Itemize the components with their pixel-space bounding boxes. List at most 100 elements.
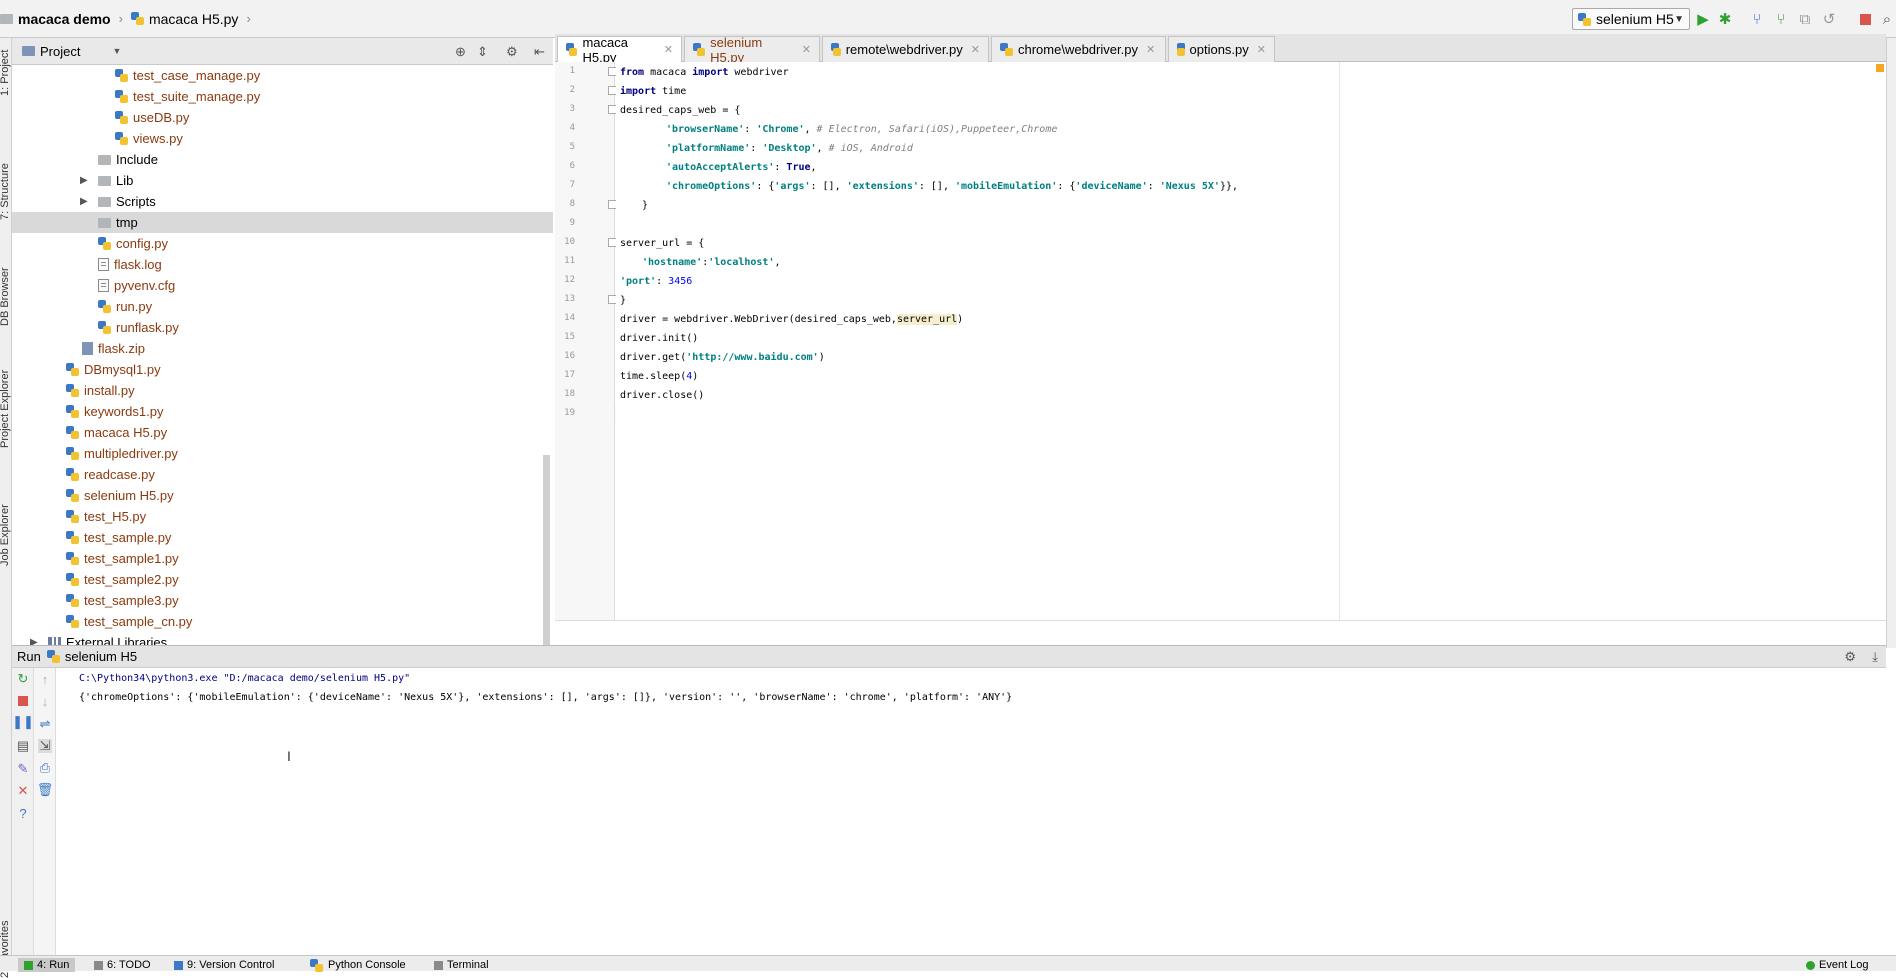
gear-icon[interactable]: ⚙: [506, 44, 518, 60]
debug-icon[interactable]: ✱: [1716, 10, 1734, 28]
project-tree: test_case_manage.py test_suite_manage.py u…: [12, 65, 553, 645]
tree-item[interactable]: ▶ External Libraries: [12, 632, 553, 645]
tree-item[interactable]: selenium H5.py: [12, 485, 553, 506]
editor-tab[interactable]: macaca H5.py ✕: [557, 35, 682, 65]
breadcrumb-project[interactable]: macaca demo: [0, 0, 115, 38]
collapse-icon[interactable]: ⇕: [477, 44, 488, 60]
tool-tab-todo[interactable]: 6: TODO: [94, 958, 151, 972]
close-icon[interactable]: ✕: [664, 43, 673, 56]
trash-icon[interactable]: 🗑: [37, 782, 54, 797]
arrow-down-icon[interactable]: ↓: [38, 694, 52, 709]
tool-tab-run[interactable]: 4: Run: [18, 958, 76, 972]
tree-item[interactable]: test_sample_cn.py: [12, 611, 553, 632]
revert-icon[interactable]: ↺: [1820, 10, 1838, 28]
chevron-right-icon[interactable]: ▶: [80, 175, 88, 186]
vcs-update-icon[interactable]: ⑂: [1772, 10, 1790, 28]
editor-tab[interactable]: selenium H5.py ✕: [684, 35, 820, 65]
run-configuration-select[interactable]: selenium H5 ▼: [1572, 8, 1690, 30]
chevron-down-icon[interactable]: ▼: [112, 46, 121, 56]
tree-item[interactable]: tmp: [12, 212, 553, 233]
tree-item[interactable]: test_H5.py: [12, 506, 553, 527]
tree-item-label: test_sample.py: [84, 530, 172, 545]
python-file-icon: [1578, 12, 1591, 26]
locate-icon[interactable]: ⊕: [455, 44, 466, 60]
search-icon[interactable]: ⌕: [1878, 10, 1896, 28]
editor-tab[interactable]: remote\webdriver.py ✕: [822, 36, 989, 62]
tree-item[interactable]: multipledriver.py: [12, 443, 553, 464]
tree-item[interactable]: macaca H5.py: [12, 422, 553, 443]
console-output-line: {'chromeOptions': {'mobileEmulation': {'…: [79, 692, 1013, 703]
tree-item-label: DBmysql1.py: [84, 362, 161, 377]
tool-tab-version-control[interactable]: 9: Version Control: [174, 958, 274, 972]
tree-item[interactable]: ▶ Lib: [12, 170, 553, 191]
tree-item[interactable]: views.py: [12, 128, 553, 149]
tree-item[interactable]: keywords1.py: [12, 401, 553, 422]
tool-tab-project-explorer[interactable]: Project Explorer: [0, 370, 11, 448]
tree-item[interactable]: test_case_manage.py: [12, 65, 553, 86]
tree-item[interactable]: test_sample.py: [12, 527, 553, 548]
python-file-icon: [115, 132, 128, 145]
stop-icon[interactable]: [16, 694, 30, 708]
stop-icon[interactable]: [1856, 10, 1874, 28]
tree-item[interactable]: readcase.py: [12, 464, 553, 485]
run-icon[interactable]: ▶: [1694, 10, 1712, 28]
arrow-up-icon[interactable]: ↑: [38, 672, 52, 687]
tree-item[interactable]: run.py: [12, 296, 553, 317]
python-file-icon: [115, 111, 128, 124]
tool-tab-job-explorer[interactable]: Job Explorer: [0, 504, 11, 566]
close-icon[interactable]: ✕: [971, 43, 980, 56]
soft-wrap-icon[interactable]: ⇌: [38, 716, 52, 731]
folder-icon: [98, 154, 111, 165]
python-file-icon: [66, 489, 79, 502]
layout-icon[interactable]: ▤: [16, 738, 30, 753]
gear-icon[interactable]: ⚙: [1844, 649, 1856, 665]
hide-panel-icon[interactable]: ⤓: [1872, 649, 1878, 665]
editor-tab[interactable]: chrome\webdriver.py ✕: [991, 36, 1166, 62]
run-config-tab[interactable]: selenium H5: [65, 649, 137, 664]
tree-item[interactable]: test_sample1.py: [12, 548, 553, 569]
tree-item[interactable]: runflask.py: [12, 317, 553, 338]
breadcrumb-file[interactable]: macaca H5.py: [127, 0, 242, 38]
code-editor[interactable]: from macaca import webdriver import time…: [616, 62, 1886, 642]
project-panel-title[interactable]: Project: [40, 44, 80, 59]
print-icon[interactable]: ⎙: [38, 760, 52, 775]
library-icon: [48, 637, 61, 645]
close-icon[interactable]: ✕: [1146, 43, 1155, 56]
tool-tab-python-console[interactable]: Python Console: [310, 958, 406, 972]
tree-item[interactable]: Include: [12, 149, 553, 170]
tree-item[interactable]: useDB.py: [12, 107, 553, 128]
warning-marker-icon[interactable]: [1876, 64, 1884, 72]
close-icon[interactable]: ✕: [1257, 43, 1266, 56]
pin-icon[interactable]: ✎: [16, 761, 30, 776]
tree-item[interactable]: flask.zip: [12, 338, 553, 359]
tool-tab-project[interactable]: 1: Project: [0, 50, 11, 96]
close-icon[interactable]: ✕: [802, 43, 811, 56]
close-icon[interactable]: ✕: [16, 783, 30, 798]
tool-tab-structure[interactable]: 7: Structure: [0, 163, 11, 220]
chevron-right-icon[interactable]: ▶: [30, 637, 38, 645]
tree-item[interactable]: test_suite_manage.py: [12, 86, 553, 107]
tree-item-label: test_case_manage.py: [133, 68, 261, 83]
tree-item[interactable]: test_sample3.py: [12, 590, 553, 611]
tree-item[interactable]: test_sample2.py: [12, 569, 553, 590]
coverage-icon[interactable]: ⑂: [1748, 10, 1766, 28]
rerun-icon[interactable]: ↻: [16, 671, 30, 686]
vcs-commit-icon[interactable]: ⧉: [1796, 10, 1814, 28]
pause-icon[interactable]: ❚❚: [12, 714, 34, 729]
tree-item[interactable]: pyvenv.cfg: [12, 275, 553, 296]
help-icon[interactable]: ?: [16, 806, 30, 821]
tree-item[interactable]: install.py: [12, 380, 553, 401]
tool-tab-terminal[interactable]: Terminal: [434, 958, 489, 972]
tree-scrollbar[interactable]: [543, 455, 550, 645]
scroll-to-end-icon[interactable]: ⇲: [38, 738, 52, 753]
tree-item[interactable]: flask.log: [12, 254, 553, 275]
chevron-right-icon[interactable]: ▶: [80, 196, 88, 207]
tree-item[interactable]: ▶ Scripts: [12, 191, 553, 212]
editor-tab[interactable]: options.py ✕: [1168, 36, 1275, 62]
tree-item[interactable]: config.py: [12, 233, 553, 254]
hide-panel-icon[interactable]: ⇤: [534, 44, 545, 60]
run-console-output[interactable]: C:\Python34\python3.exe "D:/macaca demo/…: [57, 668, 1886, 955]
tool-tab-db-browser[interactable]: DB Browser: [0, 267, 11, 326]
tool-tab-event-log[interactable]: Event Log: [1806, 958, 1869, 972]
tree-item[interactable]: DBmysql1.py: [12, 359, 553, 380]
